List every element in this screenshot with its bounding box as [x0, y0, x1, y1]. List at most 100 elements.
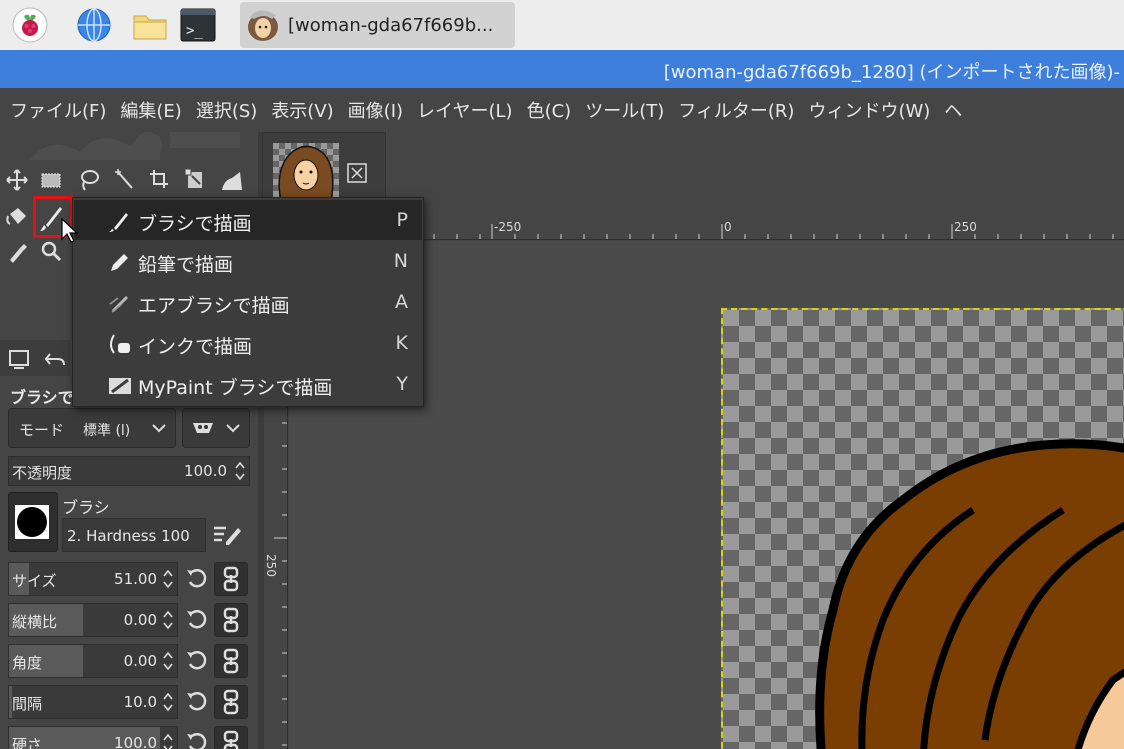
edit-brush-icon[interactable]	[212, 522, 242, 548]
spacing-label: 間隔	[12, 695, 43, 713]
undo-history-tab-icon[interactable]	[44, 348, 66, 370]
woman-illustration	[815, 439, 1124, 749]
menu-item-label: 鉛筆で描画	[138, 254, 234, 276]
reset-icon[interactable]	[184, 648, 210, 674]
svg-text:>_: >_	[186, 23, 203, 39]
rect-select-tool-icon[interactable]	[40, 168, 62, 192]
airbrush-icon	[109, 296, 128, 313]
brush-name-field[interactable]: 2. Hardness 100	[62, 518, 206, 552]
angle-field[interactable]: 角度 0.00	[8, 644, 178, 678]
aspect-value: 0.00	[123, 611, 157, 629]
ruler-label-minus250: -250	[494, 220, 522, 234]
link-button[interactable]	[214, 726, 248, 749]
spacing-value: 10.0	[123, 693, 157, 711]
size-value: 51.00	[114, 570, 157, 588]
menu-item-shortcut: Y	[396, 373, 408, 395]
lasso-tool-icon[interactable]	[78, 168, 100, 192]
menu-colors[interactable]: 色(C)	[527, 97, 572, 123]
brush-shape-icon	[15, 505, 49, 539]
brush-name: 2. Hardness 100	[67, 527, 190, 545]
chevron-down-icon	[152, 424, 166, 433]
tool-options-title: ブラシで	[10, 388, 74, 407]
menu-item-shortcut: A	[395, 291, 408, 313]
fuzzy-select-tool-icon[interactable]	[114, 168, 136, 192]
brush-label: ブラシ	[62, 498, 110, 517]
menu-image[interactable]: 画像(I)	[348, 97, 403, 123]
image-thumbnail[interactable]	[273, 143, 339, 201]
crop-tool-icon[interactable]	[148, 168, 170, 192]
size-label: サイズ	[12, 572, 57, 590]
link-button[interactable]	[214, 603, 248, 637]
spin-arrows-icon[interactable]	[233, 459, 247, 483]
web-browser-icon[interactable]	[76, 7, 112, 43]
blend-space-icon	[193, 423, 213, 433]
spin-arrows-icon[interactable]	[161, 690, 175, 714]
reset-icon[interactable]	[184, 607, 210, 633]
menu-file[interactable]: ファイル(F)	[10, 97, 106, 123]
spacing-field[interactable]: 間隔 10.0	[8, 685, 178, 719]
window-titlebar[interactable]: [woman-gda67f669b_1280] (インポートされた画像)-	[0, 50, 1124, 88]
menu-windows[interactable]: ウィンドウ(W)	[808, 97, 930, 123]
taskbar-gimp-task[interactable]: [woman-gda67f669b...	[240, 2, 515, 48]
window-title: [woman-gda67f669b_1280] (インポートされた画像)-	[663, 62, 1120, 83]
menu-layer[interactable]: レイヤー(L)	[417, 97, 513, 123]
bucket-fill-tool-icon[interactable]	[6, 204, 28, 228]
spin-arrows-icon[interactable]	[161, 567, 175, 591]
close-tab-icon[interactable]	[347, 163, 367, 183]
color-picker-tool-icon[interactable]	[6, 240, 28, 264]
paint-mode-combo[interactable]	[182, 408, 250, 448]
taskbar: >_ [woman-gda67f669b...	[0, 0, 1124, 50]
opacity-field[interactable]: 不透明度 100.0	[8, 456, 250, 486]
zoom-tool-icon[interactable]	[40, 240, 62, 264]
hardness-field[interactable]: 硬さ 100.0	[8, 726, 178, 749]
warp-transform-tool-icon[interactable]	[220, 168, 242, 192]
menu-item-pencil[interactable]: 鉛筆で描画 N	[74, 241, 422, 281]
reset-icon[interactable]	[184, 689, 210, 715]
hardness-value: 100.0	[114, 734, 157, 749]
menu-select[interactable]: 選択(S)	[196, 97, 257, 123]
link-button[interactable]	[214, 685, 248, 719]
brush-preview[interactable]	[8, 492, 58, 552]
file-manager-icon[interactable]	[132, 7, 168, 43]
link-button[interactable]	[214, 644, 248, 678]
mode-label: モード	[19, 421, 65, 439]
mode-combo[interactable]: モード 標準 (l)	[8, 408, 176, 448]
chain-link-icon	[223, 566, 239, 592]
paint-tools-popup-menu: ブラシで描画 P 鉛筆で描画 N エアブラシで描画 A インクで描画 K MyP…	[72, 197, 424, 407]
menu-item-mypaint[interactable]: MyPaint ブラシで描画 Y	[74, 364, 422, 404]
reset-icon[interactable]	[184, 566, 210, 592]
menu-item-airbrush[interactable]: エアブラシで描画 A	[74, 282, 422, 322]
spin-arrows-icon[interactable]	[161, 731, 175, 749]
menu-edit[interactable]: 編集(E)	[120, 97, 181, 123]
menu-help[interactable]: ヘ	[944, 97, 962, 123]
spin-arrows-icon[interactable]	[161, 649, 175, 673]
menu-item-paintbrush[interactable]: ブラシで描画 P	[74, 200, 422, 240]
mypaint-icon	[109, 378, 131, 394]
opacity-label: 不透明度	[12, 464, 73, 482]
menu-filters[interactable]: フィルター(R)	[678, 97, 794, 123]
menu-item-ink[interactable]: インクで描画 K	[74, 323, 422, 363]
menubar: ファイル(F) 編集(E) 選択(S) 表示(V) 画像(I) レイヤー(L) …	[0, 88, 1124, 132]
size-field[interactable]: サイズ 51.00	[8, 562, 178, 596]
vruler-label-250: 250	[264, 554, 278, 577]
terminal-icon[interactable]: >_	[180, 7, 216, 43]
menu-tools[interactable]: ツール(T)	[585, 97, 664, 123]
aspect-field[interactable]: 縦横比 0.00	[8, 603, 178, 637]
aspect-label: 縦横比	[12, 613, 58, 631]
opacity-value: 100.0	[184, 462, 227, 480]
raspberry-menu-icon[interactable]	[12, 7, 48, 43]
spin-arrows-icon[interactable]	[161, 608, 175, 632]
menu-item-label: MyPaint ブラシで描画	[138, 377, 333, 399]
move-tool-icon[interactable]	[6, 168, 28, 192]
ruler-label-250: 250	[954, 220, 977, 234]
reset-icon[interactable]	[184, 730, 210, 749]
tool-options-tab-icon[interactable]	[8, 348, 30, 370]
unified-transform-tool-icon[interactable]	[184, 168, 206, 192]
ink-icon	[110, 334, 130, 354]
chain-link-icon	[223, 730, 239, 749]
wilber-drop-area	[30, 132, 240, 160]
menu-view[interactable]: 表示(V)	[271, 97, 333, 123]
link-button[interactable]	[214, 562, 248, 596]
ruler-label-0: 0	[724, 220, 732, 234]
pencil-icon	[111, 254, 128, 271]
